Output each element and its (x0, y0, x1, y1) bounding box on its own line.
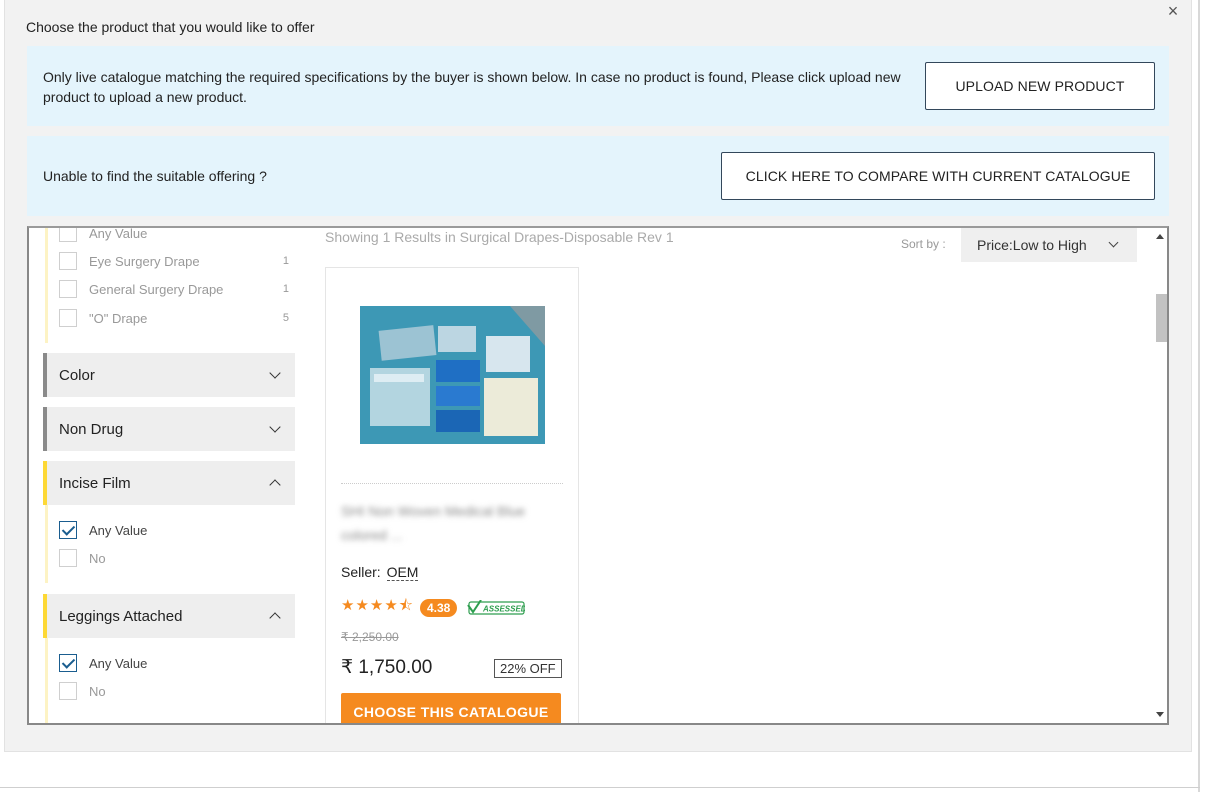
checkbox-checked[interactable] (59, 521, 77, 539)
card-divider (341, 483, 563, 484)
seller-line: Seller: OEM (341, 564, 419, 581)
product-card: SHI Non Woven Medical Blue colored ... S… (325, 267, 579, 723)
offer-product-modal: × Choose the product that you would like… (4, 0, 1192, 752)
filter-option[interactable]: "O" Drape 5 (59, 308, 289, 328)
filter-option[interactable]: No (59, 681, 289, 701)
checkbox[interactable] (59, 549, 77, 567)
checkbox[interactable] (59, 682, 77, 700)
filter-option[interactable]: Any Value (59, 653, 289, 673)
assessed-badge-icon: ASSESSED (467, 599, 525, 615)
product-image[interactable] (360, 306, 545, 444)
chevron-down-icon (269, 367, 281, 379)
chevron-up-icon (269, 479, 281, 491)
product-title[interactable]: SHI Non Woven Medical Blue colored ... (341, 499, 551, 547)
discount-badge: 22% OFF (494, 659, 562, 678)
checkbox[interactable] (59, 252, 77, 270)
results-count: Showing 1 Results in Surgical Drapes-Dis… (325, 229, 674, 245)
filter-header-non-drug[interactable]: Non Drug (43, 407, 295, 451)
chevron-down-icon (1108, 237, 1119, 248)
modal-title: Choose the product that you would like t… (26, 19, 315, 35)
filter-group-indicator (45, 505, 48, 583)
filter-group-indicator (45, 228, 48, 343)
seller-name-link[interactable]: OEM (386, 564, 419, 581)
scrollbar-thumb[interactable] (1156, 294, 1167, 342)
filter-option[interactable]: General Surgery Drape 1 (59, 279, 289, 299)
filter-option[interactable]: No (59, 548, 289, 568)
rating-row: ★★★★⯪ 4.38 ASSESSED (341, 595, 525, 620)
filter-header-incise-film[interactable]: Incise Film (43, 461, 295, 505)
info-text: Only live catalogue matching the require… (43, 69, 901, 105)
original-price: ₹ 2,250.00 (341, 630, 399, 644)
sort-dropdown[interactable]: Price:Low to High (961, 228, 1137, 262)
seller-label: Seller: (341, 564, 381, 580)
filter-option[interactable]: Eye Surgery Drape 1 (59, 251, 289, 271)
filter-sidebar: Any Value Eye Surgery Drape 1 General Su… (29, 228, 299, 723)
close-icon[interactable]: × (1165, 1, 1181, 21)
filter-group-indicator (45, 638, 48, 723)
filter-option[interactable]: Any Value (59, 228, 289, 243)
compare-panel: Unable to find the suitable offering ? C… (27, 136, 1169, 216)
upload-new-product-button[interactable]: UPLOAD NEW PRODUCT (925, 62, 1155, 110)
sort-label: Sort by : (901, 237, 946, 251)
page-right-edge (1198, 0, 1200, 792)
scroll-up-arrow-icon[interactable] (1156, 234, 1164, 239)
chevron-up-icon (269, 612, 281, 624)
rating-badge: 4.38 (420, 598, 458, 617)
scroll-down-arrow-icon[interactable] (1156, 712, 1164, 717)
filter-header-color[interactable]: Color (43, 353, 295, 397)
checkbox[interactable] (59, 228, 77, 242)
filter-header-leggings-attached[interactable]: Leggings Attached (43, 594, 295, 638)
checkbox[interactable] (59, 309, 77, 327)
filter-option[interactable]: Any Value (59, 520, 289, 540)
choose-catalogue-button[interactable]: CHOOSE THIS CATALOGUE (341, 693, 561, 723)
compare-catalogue-button[interactable]: CLICK HERE TO COMPARE WITH CURRENT CATAL… (721, 152, 1155, 200)
checkbox-checked[interactable] (59, 654, 77, 672)
info-panel: Only live catalogue matching the require… (27, 46, 1169, 126)
chevron-down-icon (269, 421, 281, 433)
offer-price: ₹ 1,750.00 (341, 657, 433, 678)
results-frame: Any Value Eye Surgery Drape 1 General Su… (27, 226, 1169, 725)
page-bottom-edge (0, 787, 1200, 788)
star-rating-icon: ★★★★⯪ (341, 597, 414, 614)
checkbox[interactable] (59, 280, 77, 298)
assessed-text: ASSESSED (482, 604, 525, 613)
vertical-scrollbar[interactable] (1153, 228, 1167, 723)
